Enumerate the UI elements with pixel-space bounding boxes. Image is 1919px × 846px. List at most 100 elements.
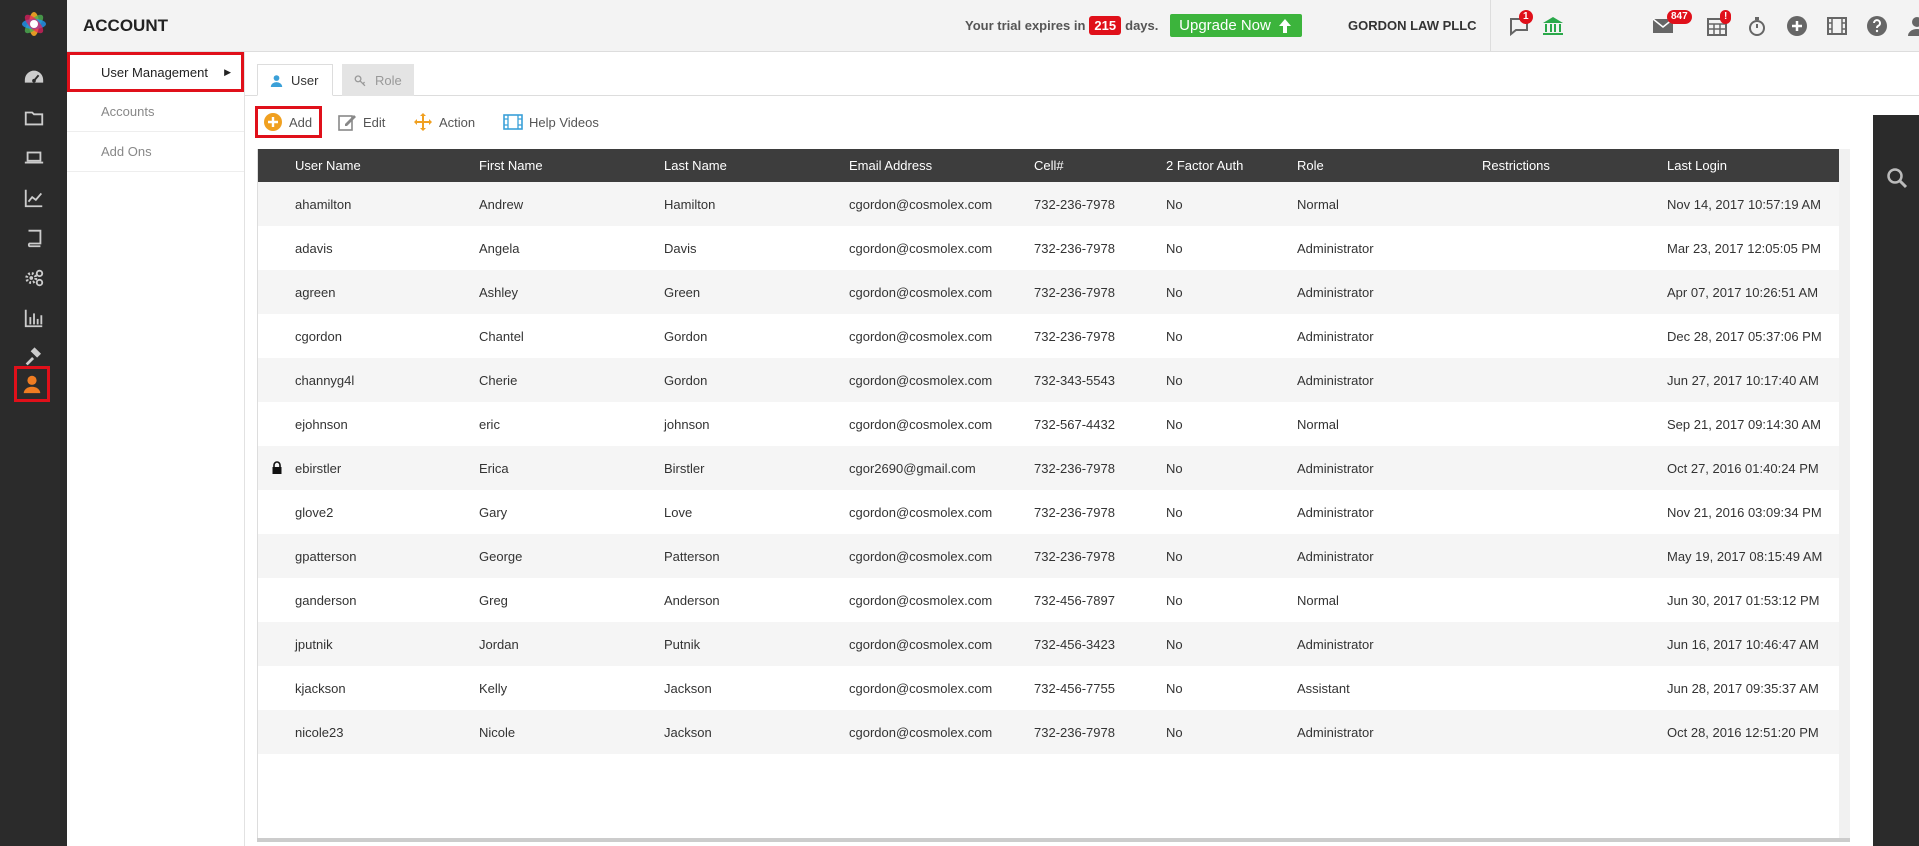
column-header-restrictions[interactable]: Restrictions xyxy=(1482,158,1550,173)
column-header-cell[interactable]: Cell# xyxy=(1034,158,1064,173)
cell-last-login: Jun 28, 2017 09:35:37 AM xyxy=(1667,680,1819,696)
cell-role: Administrator xyxy=(1297,372,1374,388)
edit-button[interactable]: Edit xyxy=(337,106,385,138)
subnav-item-add-ons[interactable]: Add Ons xyxy=(67,132,244,172)
cell-phone: 732-456-7897 xyxy=(1034,592,1115,608)
table-row[interactable]: ahamilton Andrew Hamilton cgordon@cosmolex.… xyxy=(258,182,1849,226)
cell-first-name: Chantel xyxy=(479,328,524,344)
tab-role[interactable]: Role xyxy=(342,64,414,96)
cell-role: Normal xyxy=(1297,416,1339,432)
calendar-icon[interactable]: ! xyxy=(1703,10,1732,40)
cell-first-name: Gary xyxy=(479,504,508,520)
cell-first-name: Jordan xyxy=(479,636,519,652)
mail-icon[interactable]: 847 xyxy=(1649,10,1692,40)
edit-icon xyxy=(338,115,356,131)
table-row[interactable]: glove2 Gary Love cgordon@cosmolex.com 732-23… xyxy=(258,490,1849,534)
add-circle-icon xyxy=(264,113,282,131)
profile-icon[interactable] xyxy=(1903,12,1919,40)
column-header-role[interactable]: Role xyxy=(1297,158,1324,173)
subnav-item-user-management[interactable]: User Management ▶ xyxy=(67,52,244,92)
trial-suffix: days. xyxy=(1125,18,1159,33)
cell-email: cgordon@cosmolex.com xyxy=(849,284,993,300)
column-header-email[interactable]: Email Address xyxy=(849,158,932,173)
cell-phone: 732-236-7978 xyxy=(1034,460,1115,476)
caret-right-icon: ▶ xyxy=(224,66,231,77)
subnav-item-accounts[interactable]: Accounts xyxy=(67,92,244,132)
cell-last-name: Patterson xyxy=(664,548,720,564)
column-header-user-name[interactable]: User Name xyxy=(295,158,361,173)
app-logo[interactable] xyxy=(18,8,50,40)
cell-email: cgordon@cosmolex.com xyxy=(849,636,993,652)
upgrade-now-button[interactable]: Upgrade Now xyxy=(1170,14,1302,37)
table-row[interactable]: channyg4l Cherie Gordon cgordon@cosmolex.co… xyxy=(258,358,1849,402)
book-icon[interactable] xyxy=(18,222,50,254)
cell-first-name: Kelly xyxy=(479,680,508,696)
cell-last-login: Oct 27, 2016 01:40:24 PM xyxy=(1667,460,1819,476)
cell-role: Administrator xyxy=(1297,548,1374,564)
trend-chart-icon[interactable] xyxy=(18,182,50,214)
column-header-2fa[interactable]: 2 Factor Auth xyxy=(1166,158,1243,173)
cell-role: Administrator xyxy=(1297,724,1374,740)
bar-chart-icon[interactable] xyxy=(18,302,50,334)
column-header-first-name[interactable]: First Name xyxy=(479,158,543,173)
add-circle-icon[interactable] xyxy=(1783,12,1811,40)
table-row[interactable]: gpatterson George Patterson cgordon@cosmole… xyxy=(258,534,1849,578)
film-icon[interactable] xyxy=(1823,12,1851,40)
user-account-icon[interactable] xyxy=(14,366,50,402)
cell-phone: 732-236-7978 xyxy=(1034,240,1115,256)
action-button[interactable]: Action xyxy=(413,106,475,138)
table-row[interactable]: cgordon Chantel Gordon cgordon@cosmolex.com… xyxy=(258,314,1849,358)
table-row[interactable]: agreen Ashley Green cgordon@cosmolex.com 732… xyxy=(258,270,1849,314)
header-divider xyxy=(1490,0,1491,52)
cell-last-name: Birstler xyxy=(664,460,705,476)
cell-last-name: Green xyxy=(664,284,701,300)
tab-user[interactable]: User xyxy=(257,64,333,96)
cell-last-login: Apr 07, 2017 10:26:51 AM xyxy=(1667,284,1819,300)
add-button[interactable]: Add xyxy=(255,106,322,138)
laptop-icon[interactable] xyxy=(18,142,50,174)
cell-2fa: No xyxy=(1166,460,1183,476)
mail-badge: 847 xyxy=(1667,10,1692,24)
cell-phone: 732-456-3423 xyxy=(1034,636,1115,652)
chat-icon[interactable]: 1 xyxy=(1505,10,1533,40)
column-header-last-login[interactable]: Last Login xyxy=(1667,158,1727,173)
subnav-label: Accounts xyxy=(101,104,155,119)
cell-user-name: channyg4l xyxy=(295,372,355,388)
cell-last-name: Gordon xyxy=(664,328,708,344)
cell-2fa: No xyxy=(1166,372,1183,388)
search-icon[interactable] xyxy=(1886,167,1908,189)
cell-phone: 732-236-7978 xyxy=(1034,504,1115,520)
cell-first-name: Greg xyxy=(479,592,508,608)
cell-2fa: No xyxy=(1166,592,1183,608)
table-row[interactable]: ebirstler Erica Birstler cgor2690@gmail.com… xyxy=(258,446,1849,490)
help-videos-button[interactable]: Help Videos xyxy=(503,106,599,138)
table-row[interactable]: ganderson Greg Anderson cgordon@cosmolex.co… xyxy=(258,578,1849,622)
table-row[interactable]: jputnik Jordan Putnik cgordon@cosmolex.com 7… xyxy=(258,622,1849,666)
cell-last-name: Hamilton xyxy=(664,196,716,212)
settings-gears-icon[interactable] xyxy=(18,262,50,294)
cell-phone: 732-236-7978 xyxy=(1034,328,1115,344)
cell-first-name: eric xyxy=(479,416,500,432)
bank-icon[interactable] xyxy=(1539,12,1567,40)
stopwatch-icon[interactable] xyxy=(1743,12,1771,40)
cell-last-login: Sep 21, 2017 09:14:30 AM xyxy=(1667,416,1821,432)
table-row[interactable]: kjackson Kelly Jackson cgordon@cosmolex.com… xyxy=(258,666,1849,710)
folder-icon[interactable] xyxy=(18,102,50,134)
horizontal-scrollbar[interactable] xyxy=(257,838,1850,842)
table-row[interactable]: adavis Angela Davis cgordon@cosmolex.com 732… xyxy=(258,226,1849,270)
cell-email: cgordon@cosmolex.com xyxy=(849,372,993,388)
cell-email: cgordon@cosmolex.com xyxy=(849,196,993,212)
table-row[interactable]: ejohnson eric johnson cgordon@cosmolex.com 7… xyxy=(258,402,1849,446)
cell-last-login: Jun 27, 2017 10:17:40 AM xyxy=(1667,372,1819,388)
column-header-last-name[interactable]: Last Name xyxy=(664,158,727,173)
cell-last-name: Jackson xyxy=(664,724,712,740)
vertical-scrollbar[interactable] xyxy=(1839,149,1850,839)
cell-last-login: Oct 28, 2016 12:51:20 PM xyxy=(1667,724,1819,740)
top-header: ACCOUNT Your trial expires in 215 days. … xyxy=(67,0,1919,52)
dashboard-icon[interactable] xyxy=(18,62,50,94)
account-subnav: User Management ▶ Accounts Add Ons xyxy=(67,52,245,846)
chat-badge: 1 xyxy=(1519,10,1533,24)
table-row[interactable]: nicole23 Nicole Jackson cgordon@cosmolex.co… xyxy=(258,710,1849,754)
cell-first-name: Andrew xyxy=(479,196,524,212)
help-icon[interactable] xyxy=(1863,12,1891,40)
